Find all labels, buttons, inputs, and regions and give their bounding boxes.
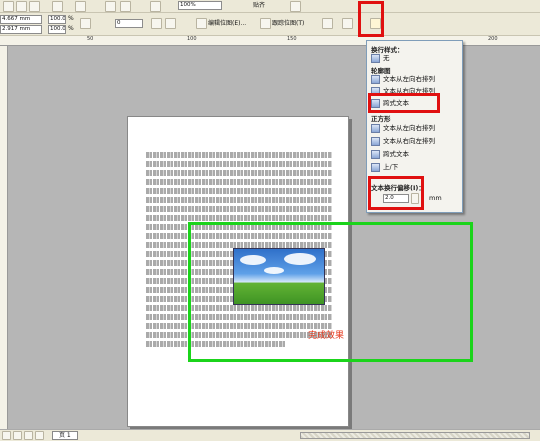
no-wrap-icon xyxy=(371,54,380,63)
mirror-horizontal-icon[interactable] xyxy=(151,18,162,29)
paragraph-text-line xyxy=(146,188,332,194)
offset-field-highlight xyxy=(368,176,424,210)
scale-x-field[interactable]: 100.0 xyxy=(48,15,66,24)
square-straddle-icon xyxy=(371,150,380,159)
toolbar-button-highlight xyxy=(358,1,384,37)
first-page-icon[interactable] xyxy=(2,431,11,440)
redo-icon[interactable] xyxy=(75,1,86,12)
percent-y-label: % xyxy=(68,25,74,32)
next-page-icon[interactable] xyxy=(24,431,33,440)
wrap-style-heading: 换行样式： xyxy=(371,46,404,54)
object-height-field[interactable]: 2.917 mm xyxy=(0,25,42,34)
percent-x-label: % xyxy=(68,15,74,22)
scale-y-field[interactable]: 100.0 xyxy=(48,25,66,34)
paragraph-text-line xyxy=(146,179,332,185)
wrap-option-square-straddle[interactable]: 跨式文本 xyxy=(383,150,409,159)
zoom-level-select[interactable]: 100% xyxy=(178,1,222,10)
wrap-option-square-rtl[interactable]: 文本从右向左排列 xyxy=(383,137,435,146)
arrange-to-front-icon[interactable] xyxy=(322,18,333,29)
square-ltr-icon xyxy=(371,124,380,133)
property-bar: 4.667 mm 2.917 mm 100.0 100.0 % % 0 编辑位图… xyxy=(0,13,540,36)
edit-bitmap-button[interactable]: 编辑位图(E)... xyxy=(208,20,246,28)
wrap-option-contour-ltr[interactable]: 文本从左向右排列 xyxy=(383,75,435,84)
vertical-ruler xyxy=(0,46,8,429)
lock-ratio-icon[interactable] xyxy=(80,18,91,29)
options-icon[interactable] xyxy=(290,1,301,12)
contour-heading: 轮廓图 xyxy=(371,67,391,75)
ruler-tick-label: 100 xyxy=(187,36,197,42)
square-rtl-icon xyxy=(371,137,380,146)
application-launcher-icon[interactable] xyxy=(150,1,161,12)
paragraph-text-line xyxy=(146,170,332,176)
ruler-tick-label: 150 xyxy=(287,36,297,42)
status-bar: 页 1 xyxy=(0,429,540,441)
ruler-tick-label: 50 xyxy=(87,36,94,42)
object-width-field[interactable]: 4.667 mm xyxy=(0,15,42,24)
trace-bitmap-icon[interactable] xyxy=(260,18,271,29)
app-window: { "toolbar": { "zoom_value": "100%", "sn… xyxy=(0,0,540,441)
mirror-vertical-icon[interactable] xyxy=(165,18,176,29)
contour-ltr-icon xyxy=(371,75,380,84)
ruler-tick-label: 200 xyxy=(488,36,498,42)
rotation-angle-field[interactable]: 0 xyxy=(115,19,143,28)
square-heading: 正方形 xyxy=(371,115,391,123)
paragraph-text-line xyxy=(146,161,332,167)
standard-toolbar: 100% 贴齐 xyxy=(0,0,540,13)
page-tab[interactable]: 页 1 xyxy=(52,431,78,440)
paragraph-text-line xyxy=(146,206,332,212)
wrap-option-top-bottom[interactable]: 上/下 xyxy=(383,163,398,172)
result-highlight-frame xyxy=(188,222,473,362)
import-icon[interactable] xyxy=(105,1,116,12)
prev-page-icon[interactable] xyxy=(13,431,22,440)
export-icon[interactable] xyxy=(120,1,131,12)
open-file-icon[interactable] xyxy=(16,1,27,12)
result-label: 完成效果 xyxy=(308,331,345,341)
wrap-offset-unit: mm xyxy=(429,194,442,202)
trace-bitmap-button[interactable]: 跟踪位图(T) xyxy=(272,20,304,28)
undo-icon[interactable] xyxy=(52,1,63,12)
arrange-to-back-icon[interactable] xyxy=(342,18,353,29)
snap-to-menu[interactable]: 贴齐 xyxy=(253,2,265,10)
straddle-option-highlight xyxy=(368,93,440,113)
top-bottom-icon xyxy=(371,163,380,172)
new-file-icon[interactable] xyxy=(3,1,14,12)
edit-bitmap-icon[interactable] xyxy=(196,18,207,29)
wrap-option-square-ltr[interactable]: 文本从左向右排列 xyxy=(383,124,435,133)
save-icon[interactable] xyxy=(29,1,40,12)
horizontal-scrollbar[interactable] xyxy=(300,432,530,439)
paragraph-text-line xyxy=(146,197,332,203)
paragraph-text-line xyxy=(146,215,332,221)
last-page-icon[interactable] xyxy=(35,431,44,440)
paragraph-text-line xyxy=(146,152,332,158)
wrap-option-none[interactable]: 无 xyxy=(383,54,390,63)
